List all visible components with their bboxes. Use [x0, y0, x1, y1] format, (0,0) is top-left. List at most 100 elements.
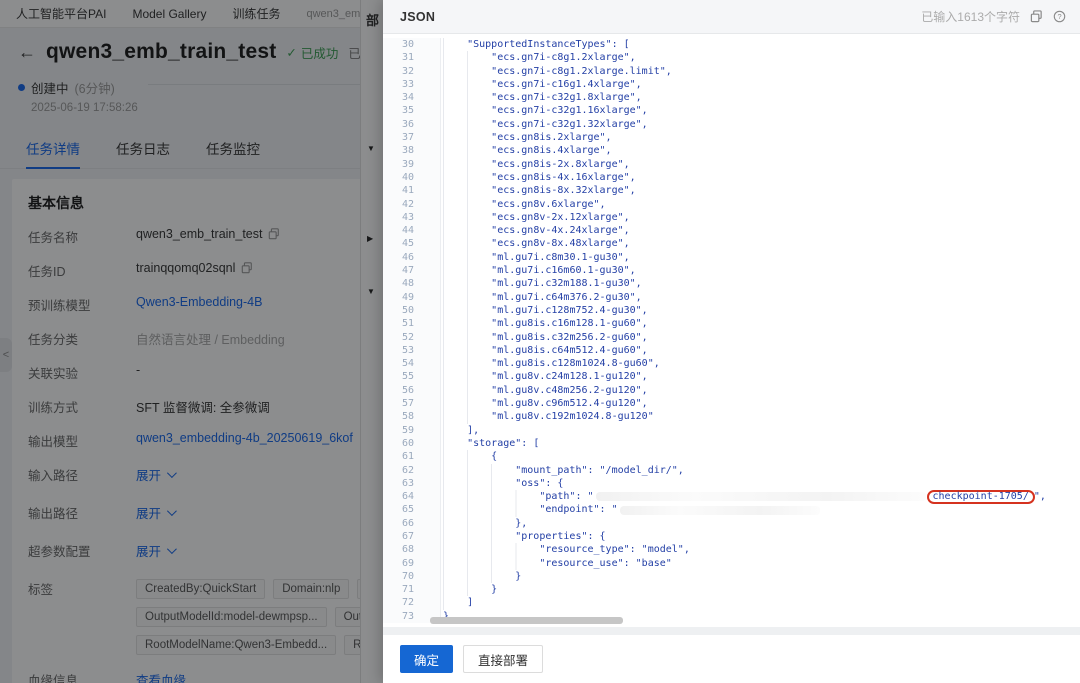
- code-content: "resource_type": "model",: [441, 543, 690, 557]
- indent-guides: [443, 77, 492, 92]
- code-line[interactable]: 64 "path": " checkpoint-1705/",: [383, 489, 1080, 504]
- json-editor-header: JSON 已输入1613个字符 ?: [383, 0, 1080, 34]
- code-content: "ecs.gn7i-c32g1.8xlarge",: [441, 91, 642, 105]
- code-line[interactable]: 58 "ml.gu8v.c192m1024.8-gu120": [383, 410, 1080, 424]
- indent-guides: [443, 529, 516, 544]
- code-line[interactable]: 45 "ecs.gn8v-8x.48xlarge",: [383, 237, 1080, 251]
- code-line[interactable]: 67 "properties": {: [383, 529, 1080, 544]
- line-number: 41: [383, 184, 441, 198]
- json-code-editor[interactable]: 30 "SupportedInstanceTypes": [31 "ecs.gn…: [383, 34, 1080, 627]
- code-line[interactable]: 72 ]: [383, 596, 1080, 610]
- line-number: 59: [383, 423, 441, 437]
- indent-guides: [443, 503, 540, 517]
- code-text: "ecs.gn7i-c16g1.4xlarge",: [491, 78, 642, 90]
- line-number: 63: [383, 476, 441, 491]
- code-line[interactable]: 56 "ml.gu8v.c48m256.2-gu120",: [383, 383, 1080, 398]
- code-line[interactable]: 49 "ml.gu7i.c64m376.2-gu30",: [383, 290, 1080, 304]
- code-content: "ml.gu8is.c32m256.2-gu60",: [441, 330, 648, 344]
- indent-guides: [443, 370, 492, 384]
- code-line[interactable]: 57 "ml.gu8v.c96m512.4-gu120",: [383, 397, 1080, 411]
- code-text: "ml.gu8v.c192m1024.8-gu120": [491, 411, 654, 423]
- code-content: "storage": [: [441, 436, 540, 451]
- modal-footer-divider: [383, 627, 1080, 635]
- red-circle-annotation: checkpoint-1705/: [926, 489, 1035, 504]
- line-number: 71: [383, 583, 441, 597]
- code-line[interactable]: 43 "ecs.gn8v-2x.12xlarge",: [383, 210, 1080, 225]
- code-line[interactable]: 42 "ecs.gn8v.6xlarge",: [383, 197, 1080, 211]
- line-number: 35: [383, 104, 441, 118]
- code-line[interactable]: 50 "ml.gu7i.c128m752.4-gu30",: [383, 303, 1080, 318]
- code-line[interactable]: 40 "ecs.gn8is-4x.16xlarge",: [383, 170, 1080, 185]
- line-number: 54: [383, 357, 441, 371]
- code-line[interactable]: 44 "ecs.gn8v-4x.24xlarge",: [383, 224, 1080, 238]
- line-number: 69: [383, 556, 441, 570]
- code-content: }: [441, 583, 498, 597]
- code-text: "ml.gu8is.c32m256.2-gu60",: [491, 331, 648, 343]
- code-line[interactable]: 47 "ml.gu7i.c16m60.1-gu30",: [383, 264, 1080, 278]
- code-text: }: [491, 584, 498, 596]
- line-number: 55: [383, 370, 441, 384]
- code-line[interactable]: 30 "SupportedInstanceTypes": [: [383, 38, 1080, 52]
- confirm-button[interactable]: 确定: [400, 645, 454, 673]
- code-line[interactable]: 38 "ecs.gn8is.4xlarge",: [383, 144, 1080, 158]
- code-line[interactable]: 46 "ml.gu7i.c8m30.1-gu30",: [383, 250, 1080, 265]
- code-text: "storage": [: [467, 437, 540, 449]
- code-line[interactable]: 53 "ml.gu8is.c64m512.4-gu60",: [383, 343, 1080, 358]
- line-number: 53: [383, 343, 441, 358]
- code-content: },: [441, 516, 527, 530]
- code-line[interactable]: 71 }: [383, 583, 1080, 597]
- code-text: "ecs.gn8is-2x.8xlarge",: [491, 158, 630, 170]
- line-number: 38: [383, 144, 441, 158]
- screen: 人工智能平台PAIModel Gallery训练任务qwen3_emb_trai…: [0, 0, 1080, 683]
- code-line[interactable]: 62 "mount_path": "/model_dir/",: [383, 463, 1080, 477]
- horizontal-scrollbar[interactable]: [430, 617, 623, 624]
- code-line[interactable]: 31 "ecs.gn7i-c8g1.2xlarge",: [383, 51, 1080, 65]
- indent-guides: [443, 343, 492, 358]
- code-content: "path": " checkpoint-1705/",: [441, 489, 1046, 504]
- code-line[interactable]: 35 "ecs.gn7i-c32g1.16xlarge",: [383, 104, 1080, 118]
- code-line[interactable]: 54 "ml.gu8is.c128m1024.8-gu60",: [383, 357, 1080, 371]
- code-content: "ecs.gn8v-2x.12xlarge",: [441, 210, 630, 225]
- code-line[interactable]: 52 "ml.gu8is.c32m256.2-gu60",: [383, 330, 1080, 344]
- code-line[interactable]: 37 "ecs.gn8is.2xlarge",: [383, 131, 1080, 145]
- code-line[interactable]: 32 "ecs.gn7i-c8g1.2xlarge.limit",: [383, 64, 1080, 78]
- code-line[interactable]: 65 "endpoint": ": [383, 503, 1080, 517]
- code-line[interactable]: 70 }: [383, 569, 1080, 584]
- indent-guides: [443, 596, 468, 610]
- code-line[interactable]: 34 "ecs.gn7i-c32g1.8xlarge",: [383, 91, 1080, 105]
- indent-guides: [443, 237, 492, 251]
- code-line[interactable]: 63 "oss": {: [383, 476, 1080, 491]
- line-number: 52: [383, 330, 441, 344]
- code-line[interactable]: 36 "ecs.gn7i-c32g1.32xlarge",: [383, 117, 1080, 132]
- code-line[interactable]: 69 "resource_use": "base": [383, 556, 1080, 570]
- code-line[interactable]: 68 "resource_type": "model",: [383, 543, 1080, 557]
- code-content: "ecs.gn8is.2xlarge",: [441, 131, 612, 145]
- code-line[interactable]: 41 "ecs.gn8is-8x.32xlarge",: [383, 184, 1080, 198]
- code-line[interactable]: 61 {: [383, 450, 1080, 464]
- code-line[interactable]: 39 "ecs.gn8is-2x.8xlarge",: [383, 157, 1080, 171]
- code-line[interactable]: 59 ],: [383, 423, 1080, 437]
- line-number: 64: [383, 490, 441, 504]
- help-icon[interactable]: ?: [1053, 10, 1066, 23]
- indent-guides: [443, 436, 468, 451]
- code-text: "ecs.gn7i-c32g1.16xlarge",: [491, 105, 648, 117]
- code-line[interactable]: 48 "ml.gu7i.c32m188.1-gu30",: [383, 277, 1080, 291]
- deploy-directly-button[interactable]: 直接部署: [463, 645, 544, 673]
- indent-guides: [443, 117, 492, 132]
- code-text: ]: [467, 597, 474, 609]
- indent-guides: [443, 383, 492, 398]
- code-line[interactable]: 60 "storage": [: [383, 436, 1080, 451]
- code-line[interactable]: 51 "ml.gu8is.c16m128.1-gu60",: [383, 317, 1080, 331]
- code-text: "ml.gu7i.c128m752.4-gu30",: [491, 304, 648, 316]
- code-text: "ecs.gn8is.4xlarge",: [491, 145, 612, 157]
- code-text: "ecs.gn8v.6xlarge",: [491, 198, 606, 210]
- code-content: "ecs.gn7i-c32g1.16xlarge",: [441, 104, 648, 118]
- line-number: 66: [383, 516, 441, 530]
- code-line[interactable]: 66 },: [383, 516, 1080, 530]
- copy-icon[interactable]: [1030, 10, 1043, 23]
- code-text: "ecs.gn7i-c8g1.2xlarge.limit",: [491, 65, 672, 77]
- code-content: "SupportedInstanceTypes": [: [441, 38, 630, 52]
- code-line[interactable]: 55 "ml.gu8v.c24m128.1-gu120",: [383, 370, 1080, 384]
- code-line[interactable]: 33 "ecs.gn7i-c16g1.4xlarge",: [383, 77, 1080, 92]
- indent-guides: [443, 543, 540, 557]
